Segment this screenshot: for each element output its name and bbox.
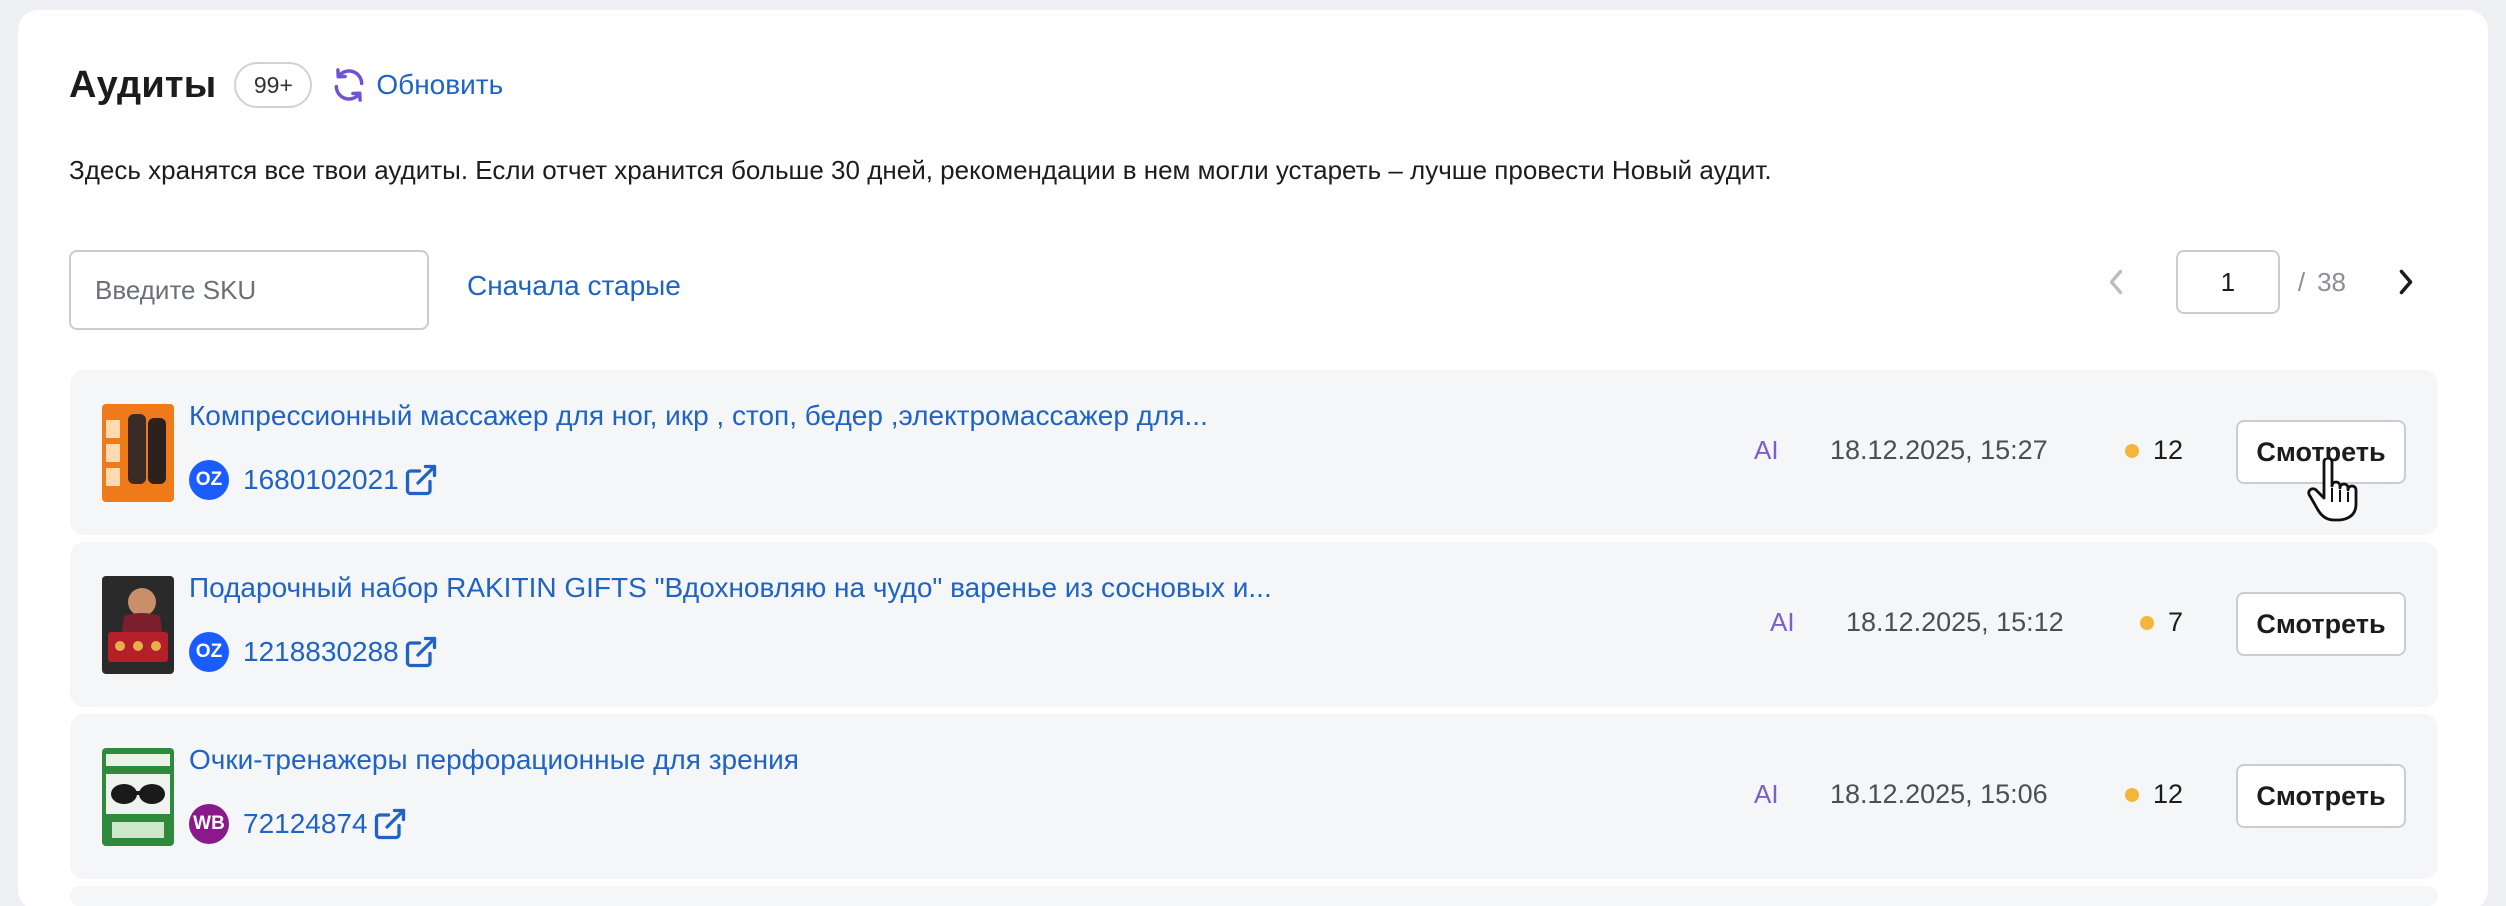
- audit-row: Очки-тренажеры перфорационные для зрения…: [70, 714, 2438, 879]
- view-audit-button[interactable]: Смотреть: [2236, 592, 2406, 656]
- gift-set-image-icon: [102, 576, 174, 674]
- score-value: 7: [2168, 607, 2184, 637]
- product-title-link[interactable]: Подарочный набор RAKITIN GIFTS "Вдохновл…: [189, 572, 1272, 604]
- sku-external-link[interactable]: 72124874: [243, 806, 408, 842]
- product-title-link[interactable]: Компрессионный массажер для ног, икр , с…: [189, 400, 1208, 432]
- score-dot-icon: [2140, 615, 2154, 630]
- page-description: Здесь хранятся все твои аудиты. Если отч…: [69, 155, 1772, 185]
- ai-badge: AI: [1754, 435, 1779, 465]
- pagination: / 38: [2096, 250, 2426, 314]
- sort-toggle-link[interactable]: Сначала старые: [467, 270, 681, 302]
- ai-badge: AI: [1770, 607, 1795, 637]
- score-dot-icon: [2125, 443, 2139, 458]
- audit-score: 7: [2140, 607, 2183, 638]
- page-number-input[interactable]: [2175, 250, 2280, 314]
- external-link-icon: [405, 464, 436, 496]
- score-dot-icon: [2125, 787, 2139, 802]
- page-separator: /: [2297, 266, 2306, 297]
- next-page-button[interactable]: [2386, 262, 2426, 302]
- total-pages: 38: [2317, 266, 2346, 297]
- audit-row: Подарочный набор RAKITIN GIFTS "Вдохновл…: [70, 542, 2438, 707]
- audit-score: 12: [2125, 435, 2183, 466]
- prev-page-button[interactable]: [2096, 262, 2136, 302]
- sku-external-link[interactable]: 1218830288: [243, 634, 439, 670]
- sku-external-link[interactable]: 1680102021: [243, 462, 439, 498]
- ai-badge: AI: [1754, 779, 1779, 809]
- refresh-button[interactable]: Обновить: [330, 66, 503, 104]
- view-audit-button[interactable]: Смотреть: [2236, 420, 2406, 484]
- audit-score: 12: [2125, 779, 2183, 810]
- product-thumbnail: [102, 748, 174, 846]
- audit-row: Компрессионный массажер для ног, икр , с…: [70, 370, 2438, 535]
- sku-value: 72124874: [243, 808, 368, 839]
- sku-line: WB 72124874: [189, 804, 408, 844]
- sku-line: OZ 1680102021: [189, 460, 439, 500]
- sku-value: 1680102021: [243, 464, 399, 495]
- sku-search-input[interactable]: [69, 250, 429, 330]
- score-value: 12: [2153, 779, 2184, 809]
- glasses-image-icon: [102, 748, 174, 846]
- audit-row-partial: [70, 886, 2438, 906]
- external-link-icon: [374, 808, 405, 840]
- score-value: 12: [2153, 435, 2184, 465]
- page-title: Аудиты: [69, 63, 217, 106]
- view-audit-button[interactable]: Смотреть: [2236, 764, 2406, 828]
- ozon-badge: OZ: [189, 632, 229, 672]
- product-title-link[interactable]: Очки-тренажеры перфорационные для зрения: [189, 744, 799, 776]
- audit-date: 18.12.2025, 15:12: [1846, 607, 2064, 637]
- product-thumbnail: [102, 576, 174, 674]
- chevron-right-icon: [2399, 269, 2413, 295]
- audits-count-badge: 99+: [234, 62, 313, 108]
- refresh-icon: [334, 68, 364, 102]
- audits-header: Аудиты 99+ Обновить: [69, 60, 503, 110]
- massager-image-icon: [102, 404, 174, 502]
- refresh-label: Обновить: [376, 69, 504, 100]
- external-link-icon: [405, 636, 436, 668]
- audit-date: 18.12.2025, 15:06: [1830, 779, 2048, 809]
- ozon-badge: OZ: [189, 460, 229, 500]
- product-thumbnail: [102, 404, 174, 502]
- sku-value: 1218830288: [243, 636, 399, 667]
- chevron-left-icon: [2109, 269, 2122, 295]
- audit-date: 18.12.2025, 15:27: [1830, 435, 2048, 465]
- sku-line: OZ 1218830288: [189, 632, 439, 672]
- wildberries-badge: WB: [189, 804, 229, 844]
